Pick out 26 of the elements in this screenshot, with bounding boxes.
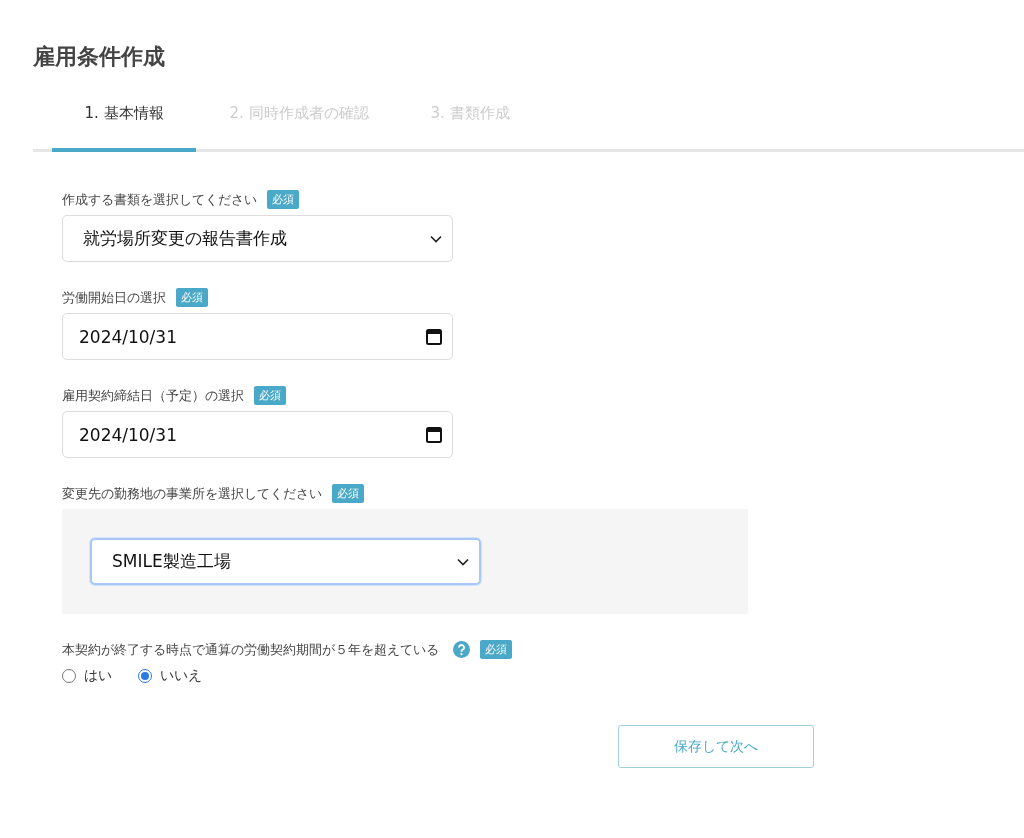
radio-option[interactable]: はい — [62, 667, 112, 685]
field-label: 労働開始日の選択 — [62, 288, 166, 307]
step-tab[interactable]: 1. 基本情報 — [52, 96, 196, 152]
required-badge: 必須 — [267, 190, 299, 209]
required-badge: 必須 — [176, 288, 208, 307]
date-field[interactable]: 2024/10/31 — [62, 411, 453, 458]
dropdown[interactable]: SMILE製造工場 — [90, 538, 481, 585]
caret-icon — [430, 234, 442, 243]
field-label: 本契約が終了する時点で通算の労働契約期間が５年を超えている — [62, 640, 439, 659]
caret-icon — [457, 557, 469, 566]
date-field[interactable]: 2024/10/31 — [62, 313, 453, 360]
field-label: 作成する書類を選択してください — [62, 190, 257, 209]
dropdown[interactable]: 就労場所変更の報告書作成 — [62, 215, 453, 262]
required-badge: 必須 — [254, 386, 286, 405]
field-label: 雇用契約締結日（予定）の選択 — [62, 386, 244, 405]
field-label: 変更先の勤務地の事業所を選択してください — [62, 484, 322, 503]
radio-option[interactable]: いいえ — [138, 667, 202, 685]
radio-label: はい — [84, 667, 112, 685]
radio-button[interactable] — [138, 669, 152, 683]
required-badge: 必須 — [332, 484, 364, 503]
calendar-icon — [426, 328, 442, 345]
radio-button[interactable] — [62, 669, 76, 683]
page-title: 雇用条件作成 — [33, 43, 166, 71]
radio-label: いいえ — [160, 667, 202, 685]
calendar-icon — [426, 426, 442, 443]
required-badge: 必須 — [480, 640, 512, 659]
